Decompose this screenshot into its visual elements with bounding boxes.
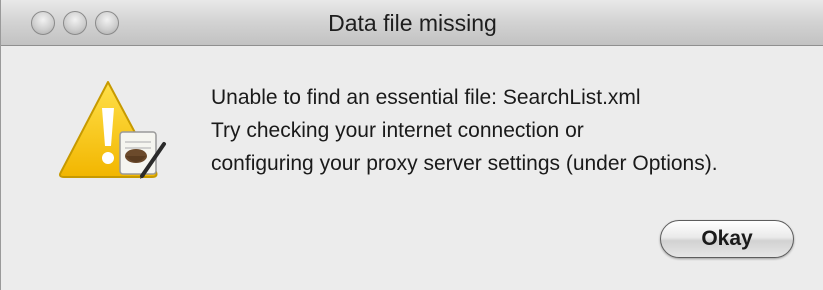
title-bar: Data file missing	[1, 0, 823, 46]
script-editor-badge-icon	[119, 131, 166, 179]
alert-message-line: Unable to find an essential file: Search…	[211, 86, 641, 109]
okay-button[interactable]: Okay	[660, 220, 794, 258]
alert-message-line: configuring your proxy server settings (…	[211, 152, 718, 175]
window-title: Data file missing	[328, 10, 497, 36]
alert-message-line: Try checking your internet connection or	[211, 119, 584, 142]
alert-window: Data file missing Unable to find an esse…	[0, 0, 823, 290]
warning-icon	[56, 76, 174, 186]
alert-message: Unable to find an essential file: Search…	[211, 81, 811, 180]
